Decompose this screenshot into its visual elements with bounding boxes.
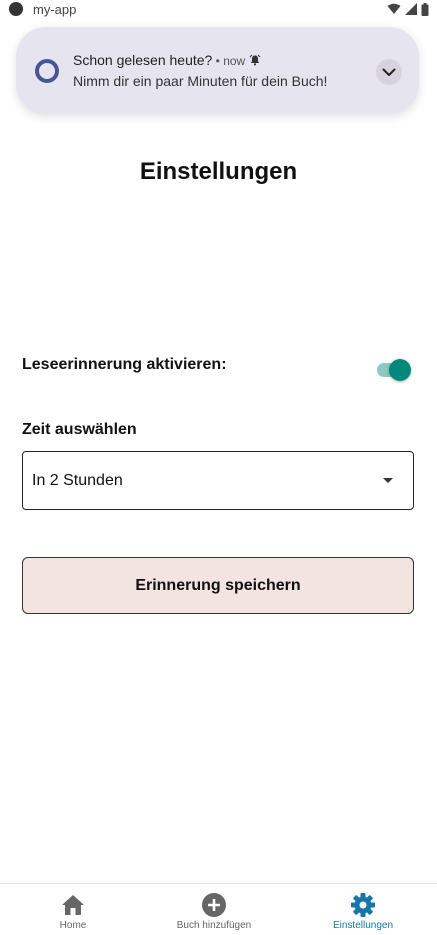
save-reminder-label: Erinnerung speichern — [135, 576, 301, 594]
nav-label-add-book: Buch hinzufügen — [176, 920, 252, 931]
save-reminder-button[interactable]: Erinnerung speichern — [22, 557, 414, 614]
nav-label-settings: Einstellungen — [332, 920, 394, 931]
reminder-toggle[interactable] — [377, 358, 411, 382]
nav-item-add-book[interactable]: Buch hinzufügen — [164, 884, 264, 935]
reminder-toggle-label: Leseerinnerung aktivieren: — [22, 356, 227, 373]
notification-expand-button[interactable] — [376, 59, 402, 85]
nav-label-home: Home — [59, 920, 87, 931]
home-icon — [60, 892, 86, 918]
app-name: my-app — [33, 1, 77, 17]
reminder-notification[interactable]: Schon gelesen heute? • now Nimm dir ein … — [16, 27, 419, 114]
notification-time: • now — [212, 54, 249, 68]
notification-title: Schon gelesen heute? — [73, 52, 213, 68]
time-select-value: In 2 Stunden — [32, 471, 123, 489]
status-bar-left: my-app — [9, 2, 76, 17]
page-title: Einstellungen — [139, 158, 298, 185]
time-select[interactable]: In 2 Stunden — [22, 451, 414, 510]
nav-item-settings[interactable]: Einstellungen — [323, 884, 403, 935]
app-status-icon — [9, 2, 23, 16]
battery-icon — [421, 2, 429, 16]
add-circle-icon — [201, 892, 227, 918]
dropdown-arrow-icon — [383, 478, 393, 483]
notification-title-row: Schon gelesen heute? • now — [73, 52, 261, 68]
wifi-icon — [387, 3, 401, 14]
toggle-thumb — [389, 359, 411, 381]
notification-body: Nimm dir ein paar Minuten für dein Buch! — [73, 73, 328, 89]
screen: my-app Schon gelesen heute? • now Nimm d… — [0, 0, 437, 935]
chevron-down-icon — [382, 68, 396, 76]
status-bar-right — [387, 2, 429, 16]
signal-icon — [405, 3, 417, 15]
time-select-label: Zeit auswählen — [22, 421, 137, 438]
status-bar: my-app — [0, 0, 437, 18]
notification-app-icon — [35, 59, 59, 83]
alarm-bell-icon — [249, 54, 260, 66]
gear-icon — [350, 892, 376, 918]
nav-item-home[interactable]: Home — [44, 884, 102, 935]
bottom-nav: Home Buch hinzufügen Einstellungen — [0, 883, 437, 935]
